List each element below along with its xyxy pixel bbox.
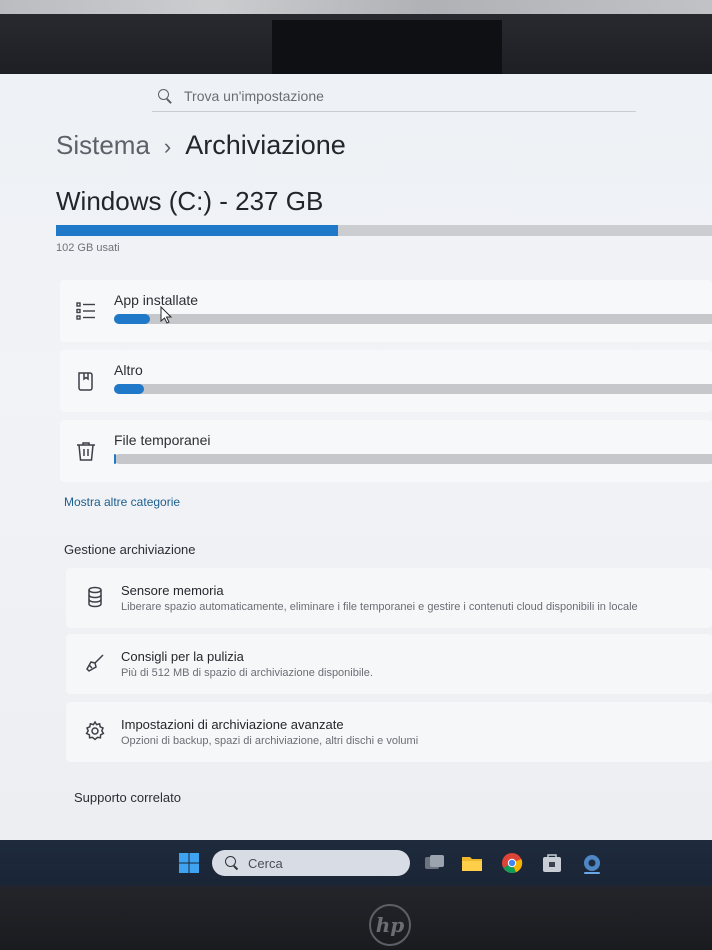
breadcrumb-system[interactable]: Sistema [56, 130, 150, 161]
setting-description: Opzioni di backup, spazi di archiviazion… [121, 735, 419, 747]
webcam-cover [272, 20, 502, 80]
drive-usage-fill [56, 225, 339, 236]
related-support-heading: Supporto correlato [74, 790, 181, 805]
breadcrumb: Sistema › Archiviazione [56, 130, 346, 161]
cleanup-recommendations-item[interactable]: Consigli per la pulizia Più di 512 MB di… [66, 634, 712, 694]
search-box[interactable]: Trova un'impostazione [152, 80, 636, 112]
start-icon[interactable] [178, 852, 200, 874]
trash-icon [77, 442, 95, 461]
taskbar-search-label: Cerca [248, 855, 283, 871]
setting-title: Sensore memoria [121, 583, 224, 598]
mouse-cursor-icon [160, 306, 172, 324]
category-label: App installate [114, 292, 199, 308]
storage-management-heading: Gestione archiviazione [64, 542, 196, 557]
storage-sense-item[interactable]: Sensore memoria Liberare spazio automati… [66, 568, 712, 628]
taskbar-search[interactable]: Cerca [212, 850, 410, 876]
background-strip [0, 0, 712, 14]
task-view-icon[interactable] [422, 851, 446, 875]
monitor-bezel-bottom [0, 886, 712, 950]
brand-logo-text: hp [375, 913, 405, 937]
category-usage-bar [114, 384, 712, 394]
category-usage-bar [114, 314, 712, 324]
setting-description: Più di 512 MB di spazio di archiviazione… [121, 667, 373, 679]
category-usage-bar [114, 454, 712, 464]
store-icon[interactable] [540, 851, 564, 875]
file-explorer-icon[interactable] [460, 851, 484, 875]
setting-title: Impostazioni di archiviazione avanzate [121, 717, 344, 732]
advanced-storage-settings-item[interactable]: Impostazioni di archiviazione avanzate O… [66, 702, 712, 762]
settings-icon[interactable] [580, 851, 604, 875]
setting-description: Liberare spazio automaticamente, elimina… [121, 601, 638, 613]
taskbar: Cerca [0, 840, 712, 886]
brand-logo: hp [369, 904, 411, 946]
category-temp-files[interactable]: File temporanei [60, 420, 712, 482]
category-usage-fill [114, 384, 144, 394]
search-input[interactable]: Trova un'impostazione [184, 88, 324, 104]
category-label: File temporanei [114, 432, 211, 448]
drive-usage-bar [56, 225, 712, 236]
setting-title: Consigli per la pulizia [121, 649, 244, 664]
show-more-categories-link[interactable]: Mostra altre categorie [64, 495, 180, 509]
gear-icon [85, 720, 105, 741]
category-other[interactable]: Altro [60, 350, 712, 412]
category-usage-fill [114, 314, 150, 324]
settings-window: Trova un'impostazione Sistema › Archivia… [0, 74, 712, 844]
category-usage-fill [114, 454, 117, 464]
search-icon [156, 87, 174, 105]
search-icon [224, 855, 240, 871]
database-icon [88, 586, 102, 608]
chevron-right-icon: › [163, 134, 172, 159]
page-title: Archiviazione [185, 130, 346, 160]
list-icon [76, 302, 95, 320]
folder-icon [78, 372, 93, 391]
drive-title: Windows (C:) - 237 GB [56, 186, 324, 216]
chrome-icon[interactable] [500, 851, 524, 875]
category-label: Altro [114, 362, 143, 378]
broom-icon [86, 654, 104, 672]
drive-used-label: 102 GB usati [56, 242, 120, 254]
category-apps[interactable]: App installate [60, 280, 712, 342]
